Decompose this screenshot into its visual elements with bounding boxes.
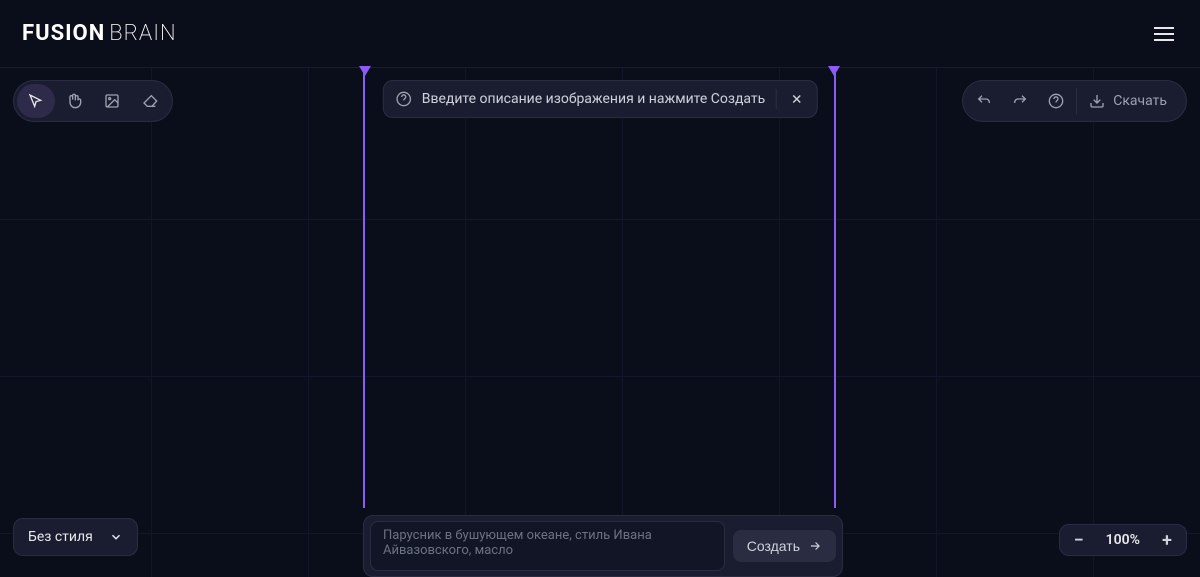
logo-thin: BRAIN	[109, 21, 176, 46]
zoom-control: − 100% +	[1059, 524, 1187, 556]
chevron-down-icon	[109, 530, 123, 544]
style-label: Без стиля	[28, 529, 93, 545]
zoom-in-button[interactable]: +	[1158, 531, 1176, 549]
hint-banner: Введите описание изображения и нажмите С…	[383, 80, 818, 118]
frame-handle-left[interactable]	[359, 64, 371, 76]
frame-handle-right[interactable]	[828, 64, 840, 76]
header: FUSIONBRAIN	[0, 0, 1200, 68]
create-label: Создать	[747, 538, 800, 554]
arrow-right-icon	[808, 539, 822, 553]
canvas[interactable]	[0, 68, 1200, 577]
cursor-tool[interactable]	[17, 84, 55, 118]
style-dropdown[interactable]: Без стиля	[13, 518, 138, 556]
zoom-out-button[interactable]: −	[1070, 531, 1088, 549]
hand-tool[interactable]	[55, 84, 93, 118]
help-button[interactable]	[1038, 84, 1074, 118]
actions-toolbar: Скачать	[962, 80, 1187, 122]
create-button[interactable]: Создать	[733, 530, 836, 562]
download-icon	[1089, 93, 1105, 109]
logo-bold: FUSION	[22, 21, 105, 46]
download-button[interactable]: Скачать	[1079, 84, 1183, 118]
zoom-value: 100%	[1106, 532, 1140, 548]
generation-frame[interactable]	[363, 68, 836, 508]
prompt-bar: Создать	[363, 515, 843, 577]
undo-button[interactable]	[966, 84, 1002, 118]
menu-icon[interactable]	[1150, 23, 1178, 45]
help-icon	[396, 91, 412, 107]
tools-toolbar	[13, 80, 173, 122]
close-icon[interactable]	[786, 89, 806, 109]
redo-button[interactable]	[1002, 84, 1038, 118]
eraser-tool[interactable]	[131, 84, 169, 118]
image-tool[interactable]	[93, 84, 131, 118]
download-label: Скачать	[1113, 93, 1167, 109]
hint-text: Введите описание изображения и нажмите С…	[422, 91, 766, 107]
divider	[1076, 88, 1077, 114]
divider	[775, 89, 776, 109]
app-logo: FUSIONBRAIN	[22, 21, 177, 46]
prompt-input[interactable]	[370, 521, 725, 571]
